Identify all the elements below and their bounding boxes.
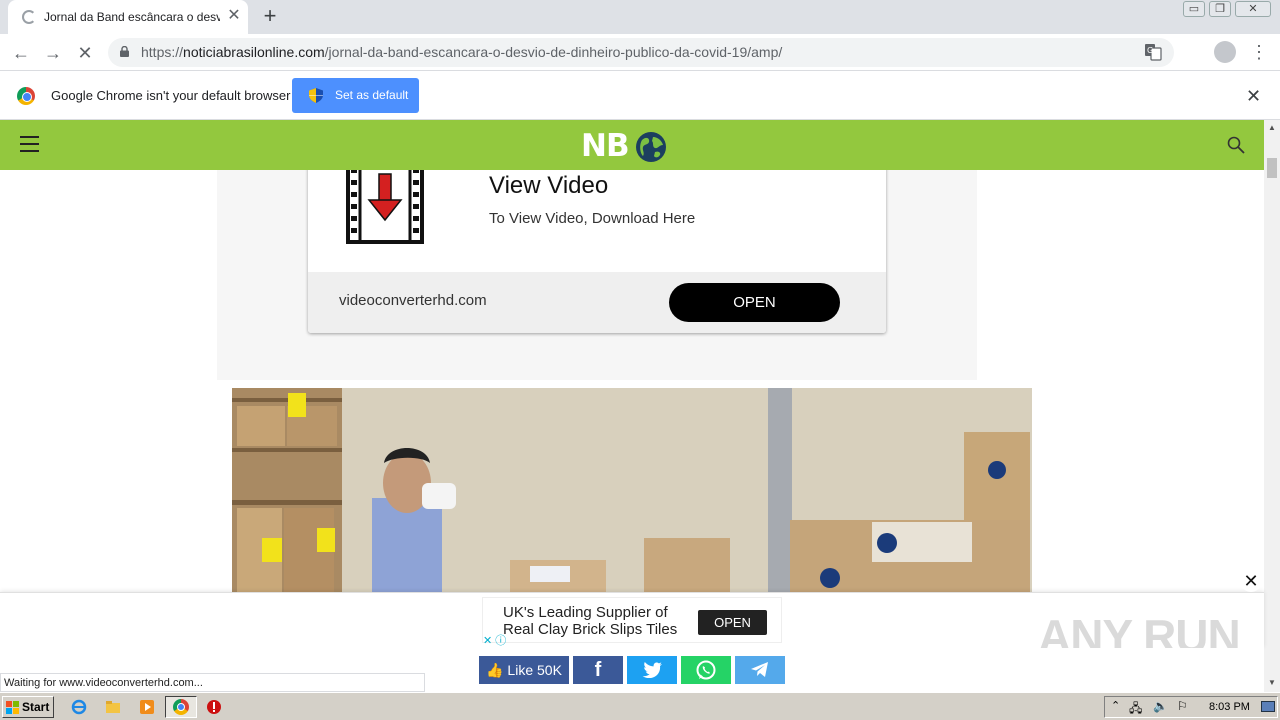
lock-icon [120,46,129,57]
set-as-default-label: Set as default [335,88,409,102]
minimize-button[interactable]: ▭ [1183,1,1205,17]
shield-icon [309,88,323,103]
ad-container: View Video To View Video, Download Here … [217,170,977,380]
bottom-ad-close-button[interactable]: ✕ [1240,570,1262,592]
translate-icon[interactable]: G [1144,43,1162,61]
windows-taskbar: Start ⌃ 🖧 🔈 ⚐ 8:03 PM [0,692,1280,720]
media-player-icon[interactable] [139,699,155,715]
ad-subtitle: To View Video, Download Here [489,210,696,227]
telegram-share-button[interactable] [735,656,785,684]
ad-open-button[interactable]: OPEN [669,283,840,322]
tab-strip: Jornal da Band escâncara o desvio de din… [0,0,1280,34]
url-text[interactable]: https://noticiabrasilonline.com/jornal-d… [141,44,782,60]
profile-icon[interactable] [1214,41,1236,63]
ad-title: View Video [489,172,609,199]
globe-logo-icon [636,132,666,162]
search-icon[interactable] [1227,136,1245,154]
whatsapp-icon [696,660,716,680]
twitter-share-button[interactable] [627,656,677,684]
menu-icon[interactable]: ⋮ [1250,42,1268,62]
clock[interactable]: 8:03 PM [1209,701,1250,713]
system-tray: ⌃ 🖧 🔈 ⚐ 8:03 PM [1104,696,1278,718]
status-bubble: Waiting for www.videoconverterhd.com... [0,673,425,692]
tab-close-button[interactable]: ✕ [224,6,244,26]
infobar-message: Google Chrome isn't your default browser [51,88,291,103]
like-label: Like 50K [507,662,562,678]
ad-domain: videoconverterhd.com [339,292,487,309]
facebook-share-button[interactable]: f [573,656,623,684]
site-header: NB [0,120,1264,170]
page-content: View Video To View Video, Download Here … [0,170,1264,592]
download-video-icon [346,170,424,244]
sticky-bottom-ad: UK's Leading Supplier of Real Clay Brick… [0,570,1264,662]
page-scrollbar[interactable]: ▲ ▼ [1264,120,1280,692]
tab-title: Jornal da Band escâncara o desvio de din… [44,10,220,24]
chrome-taskbar-button[interactable] [165,696,197,718]
video-ad-card[interactable]: View Video To View Video, Download Here … [308,170,886,333]
start-label: Start [22,700,50,714]
article-photo [232,388,1032,592]
url-scheme: https:// [141,44,184,60]
scroll-up-icon[interactable]: ▲ [1268,123,1276,132]
telegram-icon [751,662,768,677]
stop-sign-icon[interactable] [206,699,222,715]
start-button[interactable]: Start [2,696,54,718]
file-explorer-icon[interactable] [105,699,121,715]
scroll-thumb[interactable] [1267,158,1277,178]
volume-icon[interactable]: 🔈 [1153,699,1168,713]
url-host: noticiabrasilonline.com [183,44,325,60]
facebook-like-button[interactable]: 👍 Like 50K [479,656,569,684]
whatsapp-share-button[interactable] [681,656,731,684]
browser-toolbar: ← → ✕ https://noticiabrasilonline.com/jo… [0,34,1280,71]
adchoices-icon[interactable]: ✕ ⓘ [483,632,515,647]
new-tab-button[interactable]: + [258,5,282,29]
bottom-ad-text: UK's Leading Supplier of Real Clay Brick… [503,604,678,638]
set-as-default-button[interactable]: Set as default [292,78,419,113]
restore-button[interactable]: ❐ [1209,1,1231,17]
svg-text:G: G [1147,46,1153,55]
infobar-close-button[interactable]: ✕ [1246,86,1261,106]
back-icon[interactable]: ← [8,40,34,66]
default-browser-infobar: Google Chrome isn't your default browser… [0,72,1280,120]
chrome-logo-icon [17,87,35,105]
site-logo[interactable]: NB [581,130,630,162]
scroll-down-icon[interactable]: ▼ [1268,678,1276,687]
network-icon[interactable]: 🖧 [1129,699,1142,720]
ad-footer: videoconverterhd.com OPEN [308,272,886,333]
internet-explorer-icon[interactable] [71,699,87,715]
stop-icon[interactable]: ✕ [72,40,98,66]
bottom-ad-open-button[interactable]: OPEN [698,610,767,635]
forward-icon[interactable]: → [40,40,66,66]
twitter-icon [642,662,662,679]
action-center-flag-icon[interactable]: ⚐ [1177,699,1188,713]
hamburger-menu-icon[interactable] [20,136,39,152]
thumbs-up-icon: 👍 [486,662,504,678]
url-path: /jornal-da-band-escancara-o-desvio-de-di… [324,44,783,60]
window-close-button[interactable]: ✕ [1235,1,1271,17]
chrome-icon [173,699,189,715]
tray-expand-icon[interactable]: ⌃ [1111,699,1120,712]
address-bar[interactable]: https://noticiabrasilonline.com/jornal-d… [108,38,1174,67]
show-desktop-icon[interactable] [1261,701,1275,712]
loading-spinner-icon [22,10,36,24]
browser-tab[interactable]: Jornal da Band escâncara o desvio de din… [8,0,248,34]
windows-logo-icon [6,701,19,714]
facebook-icon: f [594,659,602,681]
bottom-ad-box[interactable]: UK's Leading Supplier of Real Clay Brick… [482,597,782,647]
